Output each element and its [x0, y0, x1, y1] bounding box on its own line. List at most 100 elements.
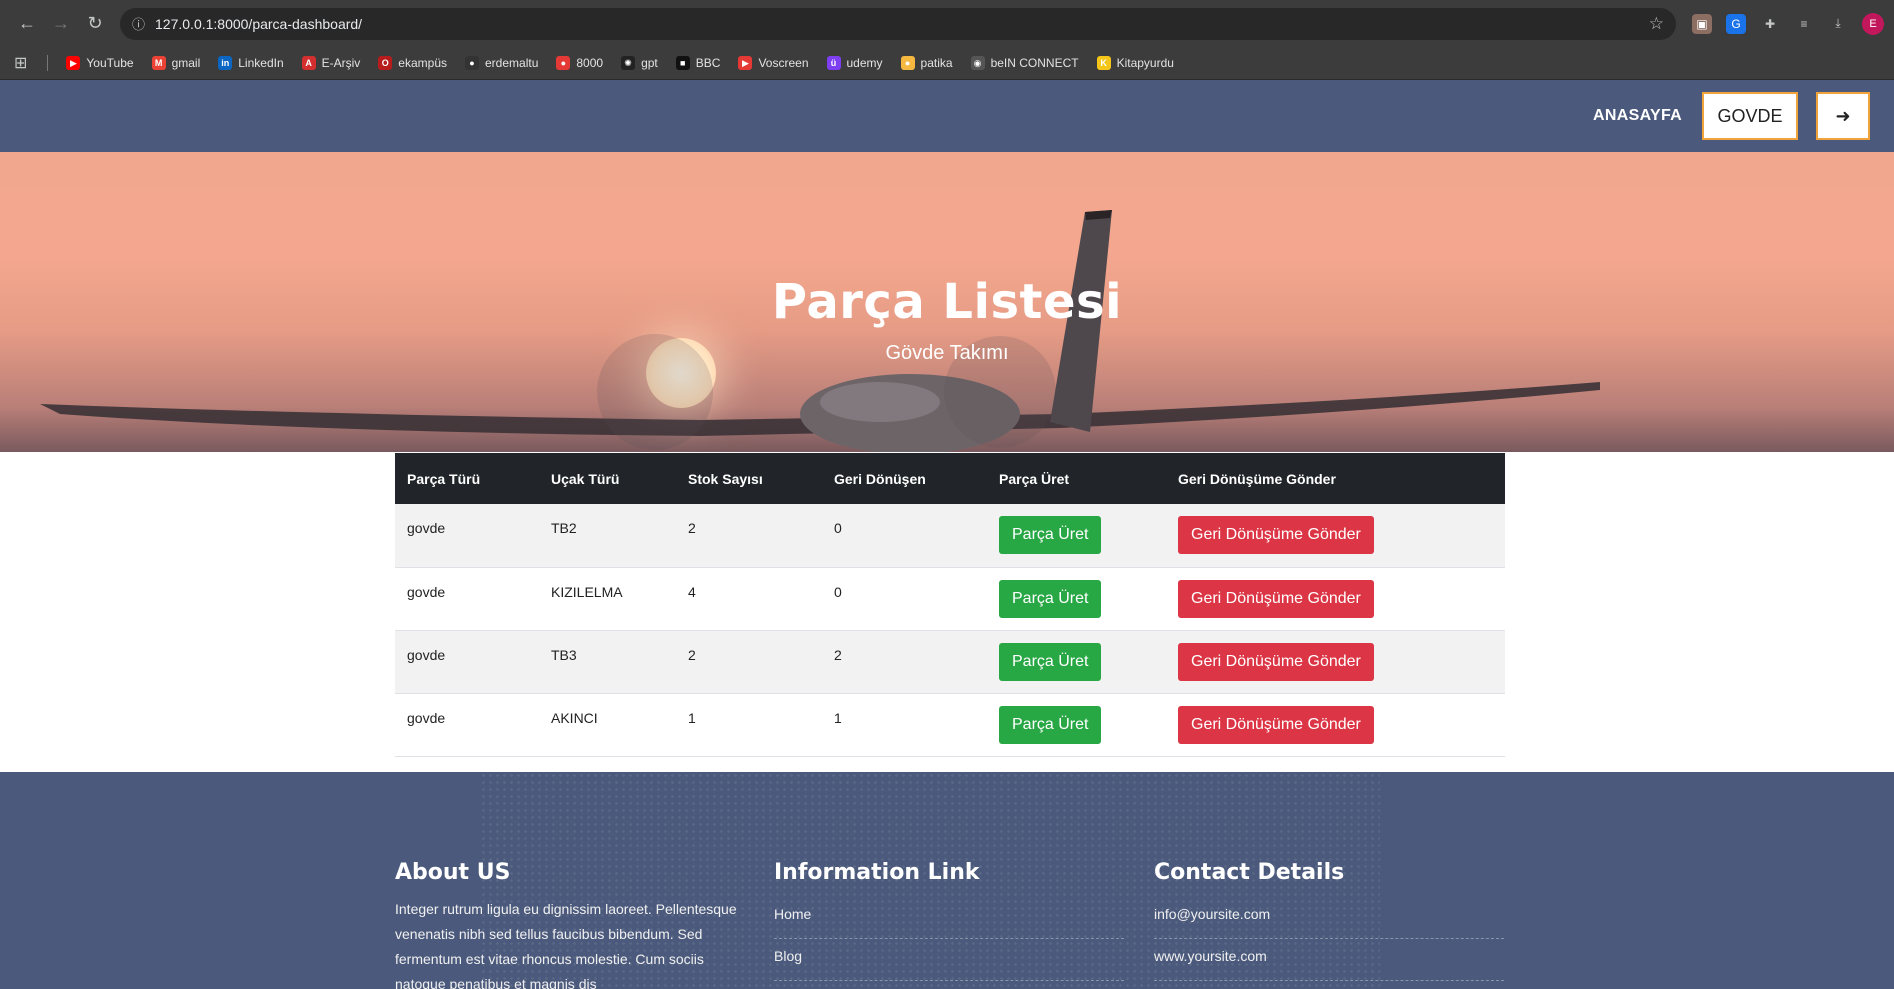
- cell-geri: 1: [834, 709, 842, 726]
- bookmark-item[interactable]: ✺ gpt: [621, 56, 658, 70]
- produce-part-button[interactable]: Parça Üret: [999, 516, 1102, 555]
- bookmark-item[interactable]: Mgmail: [151, 56, 200, 70]
- bookmark-item[interactable]: K Kitapyurdu: [1096, 56, 1174, 70]
- cell-recycle: Geri Dönüşüme Gönder: [1166, 693, 1505, 756]
- site-navbar: ANASAYFA GOVDE ➜: [0, 80, 1894, 152]
- column-header: Parça Üret: [999, 470, 1070, 487]
- bookmark-favicon-icon: A: [301, 56, 316, 70]
- footer-link[interactable]: Blog: [774, 939, 1124, 981]
- site-info-icon[interactable]: ⓘ: [132, 14, 145, 33]
- bookmark-label: udemy: [846, 56, 883, 70]
- bookmark-favicon-icon: ▶: [66, 56, 81, 70]
- bookmark-label: YouTube: [86, 56, 134, 70]
- cell-ucak: TB2: [551, 520, 577, 536]
- page-title: Parça Listesi: [771, 274, 1123, 330]
- produce-part-button[interactable]: Parça Üret: [999, 579, 1102, 618]
- bookmark-item[interactable]: ▶ Voscreen: [738, 56, 809, 70]
- nav-home-link[interactable]: ANASAYFA: [1593, 107, 1682, 125]
- cell-recycle: Geri Dönüşüme Gönder: [1166, 567, 1505, 630]
- column-header: Stok Sayısı: [688, 470, 763, 487]
- column-header: Geri Dönüşen: [834, 470, 926, 487]
- bookmark-label: beIN CONNECT: [990, 56, 1079, 70]
- bookmark-favicon-icon: ▶: [738, 56, 753, 70]
- send-to-recycle-button[interactable]: Geri Dönüşüme Gönder: [1178, 642, 1374, 681]
- bookmark-favicon-icon: ◉: [970, 56, 985, 70]
- cell-parca: govde: [407, 709, 446, 726]
- send-to-recycle-button[interactable]: Geri Dönüşüme Gönder: [1178, 705, 1374, 744]
- bookmark-item[interactable]: ü udemy: [826, 56, 883, 70]
- cell-parca: govde: [407, 583, 446, 600]
- bookmark-item[interactable]: ● patika: [900, 56, 953, 70]
- produce-part-button[interactable]: Parça Üret: [999, 705, 1102, 744]
- nav-govde-button[interactable]: GOVDE: [1702, 92, 1798, 140]
- bookmark-label: Kitapyurdu: [1116, 56, 1174, 70]
- address-bar[interactable]: ⓘ 127.0.0.1:8000/parca-dashboard/ ☆: [120, 7, 1676, 40]
- footer-info-links: Information Link Home Blog: [774, 860, 1124, 981]
- parts-table-container: Parça Türü Uçak Türü Stok Sayısı Geri Dönüş…: [395, 453, 1505, 757]
- cell-parca: govde: [407, 520, 446, 536]
- browser-toolbar: ← → ↻ ⓘ 127.0.0.1:8000/parca-dashboard/ …: [0, 0, 1894, 47]
- cell-produce: Parça Üret: [987, 504, 1166, 567]
- url-text: 127.0.0.1:8000/parca-dashboard/: [155, 15, 363, 32]
- cell-stok: 2: [688, 646, 696, 663]
- bookmark-favicon-icon: ●: [465, 56, 479, 70]
- bookmark-favicon-icon: ■: [675, 56, 690, 70]
- bookmark-star-icon[interactable]: ☆: [1649, 14, 1664, 34]
- cell-produce: Parça Üret: [987, 630, 1166, 693]
- bookmark-label: BBC: [695, 56, 721, 70]
- bookmark-item[interactable]: in LinkedIn: [218, 56, 284, 70]
- contact-item[interactable]: www.yoursite.com: [1154, 939, 1504, 981]
- cell-ucak: AKINCI: [551, 709, 598, 726]
- cell-stok: 1: [688, 709, 696, 726]
- bookmark-favicon-icon: ü: [826, 56, 841, 70]
- bookmark-favicon-icon: O: [378, 56, 393, 70]
- page-subtitle: Gövde Takımı: [885, 342, 1009, 364]
- footer-link[interactable]: Home: [774, 897, 1124, 939]
- translate-icon[interactable]: G: [1726, 13, 1746, 34]
- cell-recycle: Geri Dönüşüme Gönder: [1166, 504, 1505, 567]
- bookmark-item[interactable]: A E-Arşiv: [301, 56, 361, 70]
- bookmark-item[interactable]: ■ BBC: [675, 56, 721, 70]
- reload-icon[interactable]: ↻: [78, 7, 112, 41]
- bookmark-item[interactable]: ● erdemaltu: [465, 56, 538, 70]
- bookmark-label: Voscreen: [758, 56, 809, 70]
- bookmark-label: LinkedIn: [238, 56, 284, 70]
- bookmark-label: patika: [920, 56, 953, 70]
- table-row: govde AKINCI 1 1 Parça Üret Geri Dönüşüme Gön…: [395, 693, 1505, 756]
- cell-recycle: Geri Dönüşüme Gönder: [1166, 630, 1505, 693]
- bookmark-favicon-icon: M: [151, 56, 166, 70]
- bookmark-favicon-icon: K: [1096, 56, 1111, 70]
- cell-ucak: TB3: [551, 646, 577, 663]
- send-to-recycle-button[interactable]: Geri Dönüşüme Gönder: [1178, 516, 1374, 555]
- info-title: Information Link: [774, 860, 980, 885]
- bookmark-item[interactable]: Oekampüs: [378, 56, 447, 70]
- bookmark-label: erdemaltu: [485, 56, 539, 70]
- reading-list-icon[interactable]: ≡: [1794, 14, 1814, 34]
- bookmark-label: E-Arşiv: [321, 56, 361, 70]
- extensions-puzzle-icon[interactable]: ✚: [1760, 14, 1780, 34]
- cell-parca: govde: [407, 646, 446, 663]
- bookmarks-bar: ⊞ ▶ YouTube Mgmail in LinkedIn A E-Arşiv Oekamp…: [0, 47, 1894, 80]
- extension-icon[interactable]: ▣: [1692, 13, 1712, 34]
- bookmark-label: 8000: [576, 56, 604, 70]
- produce-part-button[interactable]: Parça Üret: [999, 642, 1102, 681]
- apps-grid-icon[interactable]: ⊞: [14, 53, 27, 73]
- profile-avatar[interactable]: E: [1862, 12, 1884, 35]
- bookmark-item[interactable]: ● 8000: [556, 56, 603, 70]
- bookmark-item[interactable]: ◉ beIN CONNECT: [970, 56, 1079, 70]
- footer-about: About US Integer rutrum ligula eu dignis…: [395, 860, 755, 989]
- contact-item[interactable]: info@yoursite.com: [1154, 897, 1504, 939]
- cell-produce: Parça Üret: [987, 567, 1166, 630]
- bookmark-item[interactable]: ▶ YouTube: [66, 56, 134, 70]
- bookmarks-divider: [47, 55, 49, 71]
- cell-stok: 4: [688, 583, 696, 600]
- send-to-recycle-button[interactable]: Geri Dönüşüme Gönder: [1178, 579, 1374, 618]
- about-title: About US: [395, 860, 511, 885]
- forward-icon[interactable]: →: [44, 7, 78, 41]
- table-row: govde TB3 2 2 Parça Üret Geri Dönüşüme Gönder: [395, 630, 1505, 693]
- table-row: govde KIZILELMA 4 0 Parça Üret Geri Dönüşüme …: [395, 567, 1505, 630]
- download-icon[interactable]: ⤓: [1828, 14, 1848, 34]
- bookmark-label: ekampüs: [398, 56, 447, 70]
- back-icon[interactable]: ←: [10, 7, 44, 41]
- logout-button[interactable]: ➜: [1816, 92, 1870, 140]
